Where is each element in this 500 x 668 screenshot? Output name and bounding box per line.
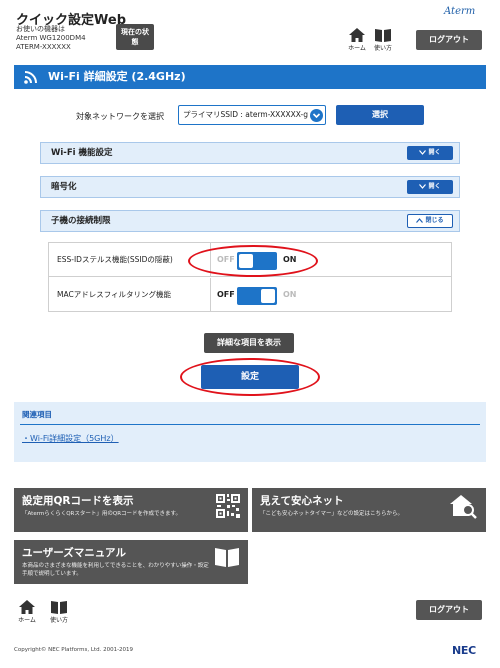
setting-label: MACアドレスフィルタリング機能 (49, 278, 211, 312)
vendor-logo: NEC (452, 644, 476, 657)
mac-filter-toggle[interactable]: OFF ON (217, 287, 337, 305)
home-label: ホーム (348, 45, 366, 52)
section-connection-limit[interactable]: 子機の接続制限 閉じる (40, 210, 460, 232)
device-info: お使いの機器は Aterm WG1200DM4 ATERM-XXXXXX (16, 25, 86, 52)
section-title: 暗号化 (51, 182, 77, 192)
wifi-icon (24, 71, 37, 84)
card-subtitle: 本商品のさまざまな機能を利用してできることを、わかりやすい操作・設定手順で説明し… (22, 563, 209, 577)
home-label: ホーム (18, 617, 36, 624)
footer-manual-button[interactable]: 使い方 (48, 600, 70, 624)
card-title: 見えて安心ネット (260, 495, 344, 507)
manual-label: 使い方 (49, 617, 68, 624)
show-details-button[interactable]: 詳細な項目を表示 (204, 333, 294, 353)
card-safe-net[interactable]: 見えて安心ネット 「こども安心ネットタイマー」などの設定はこちらから。 (252, 488, 486, 532)
card-title: 設定用QRコードを表示 (22, 495, 134, 507)
chevron-up-icon (416, 218, 424, 223)
logout-button[interactable]: ログアウト (416, 30, 482, 50)
current-status-button[interactable]: 現在の状態 (116, 24, 154, 50)
collapse-button[interactable]: 閉じる (407, 214, 453, 228)
card-user-manual[interactable]: ユーザーズマニュアル 本商品のさまざまな機能を利用してできることを、わかりやすい… (14, 540, 248, 584)
setting-row-mac-filter: MACアドレスフィルタリング機能 OFF ON (49, 278, 451, 312)
related-link-5ghz[interactable]: ・Wi-Fi詳細設定（5GHz） (22, 433, 119, 444)
chevron-down-icon (419, 184, 427, 189)
setting-label: ESS-IDステルス機能(SSIDの隠蔽) (49, 243, 211, 277)
highlight-ellipse (188, 245, 318, 277)
divider (20, 424, 480, 425)
target-network-select[interactable]: プライマリSSID : aterm-XXXXXX-g (178, 105, 326, 125)
footer-logout-button[interactable]: ログアウト (416, 600, 482, 620)
home-nav-button[interactable]: ホーム (346, 28, 368, 52)
device-info-line: お使いの機器は (16, 25, 65, 33)
book-icon (375, 29, 391, 42)
card-subtitle: 「こども安心ネットタイマー」などの設定はこちらから。 (260, 511, 404, 517)
copyright: Copyright© NEC Platforms, Ltd. 2001-2019 (14, 647, 134, 653)
footer-home-button[interactable]: ホーム (16, 600, 38, 624)
expand-button[interactable]: 開く (407, 146, 453, 160)
qr-code-icon (216, 494, 240, 518)
toggle-on-label: ON (283, 290, 297, 299)
chevron-down-icon (419, 150, 427, 155)
section-title: 子機の接続制限 (51, 216, 111, 226)
expand-label: 開く (428, 183, 441, 190)
card-subtitle: 「AtermらくらくQRスタート」用のQRコードを作成できます。 (22, 511, 181, 517)
select-network-button[interactable]: 選択 (336, 105, 424, 125)
card-qr-code[interactable]: 設定用QRコードを表示 「AtermらくらくQRスタート」用のQRコードを作成で… (14, 488, 248, 532)
target-network-label: 対象ネットワークを選択 (76, 112, 164, 121)
manual-nav-button[interactable]: 使い方 (372, 28, 394, 52)
device-info-line: Aterm WG1200DM4 (16, 34, 86, 42)
brand-logo: Aterm (444, 6, 476, 17)
home-search-icon (450, 495, 477, 519)
device-info-line: ATERM-XXXXXX (16, 43, 71, 51)
home-icon (19, 600, 35, 614)
expand-label: 開く (428, 149, 441, 156)
target-network-value: プライマリSSID : aterm-XXXXXX-g (183, 110, 308, 119)
book-icon (51, 601, 67, 614)
section-title: Wi-Fi 機能設定 (51, 148, 113, 158)
bullet: ・ (22, 434, 30, 443)
card-title: ユーザーズマニュアル (22, 547, 126, 559)
toggle-track[interactable] (237, 287, 277, 305)
chevron-down-icon (310, 109, 323, 122)
home-icon (349, 28, 365, 42)
page-title: Wi-Fi 詳細設定 (2.4GHz) (48, 70, 186, 83)
manual-label: 使い方 (373, 45, 392, 52)
header: クイック設定Web お使いの機器は Aterm WG1200DM4 ATERM-… (0, 0, 500, 58)
expand-button[interactable]: 開く (407, 180, 453, 194)
related-panel: 関連項目 ・Wi-Fi詳細設定（5GHz） (14, 402, 486, 462)
toggle-off-label: OFF (217, 290, 235, 299)
highlight-ellipse (180, 358, 320, 396)
section-encryption[interactable]: 暗号化 開く (40, 176, 460, 198)
section-wifi-function[interactable]: Wi-Fi 機能設定 開く (40, 142, 460, 164)
collapse-label: 閉じる (425, 217, 444, 224)
book-icon (215, 548, 239, 567)
page-title-bar: Wi-Fi 詳細設定 (2.4GHz) (14, 65, 486, 89)
related-link-label: Wi-Fi詳細設定（5GHz） (30, 434, 119, 443)
toggle-knob[interactable] (261, 289, 275, 303)
related-title: 関連項目 (22, 410, 52, 419)
